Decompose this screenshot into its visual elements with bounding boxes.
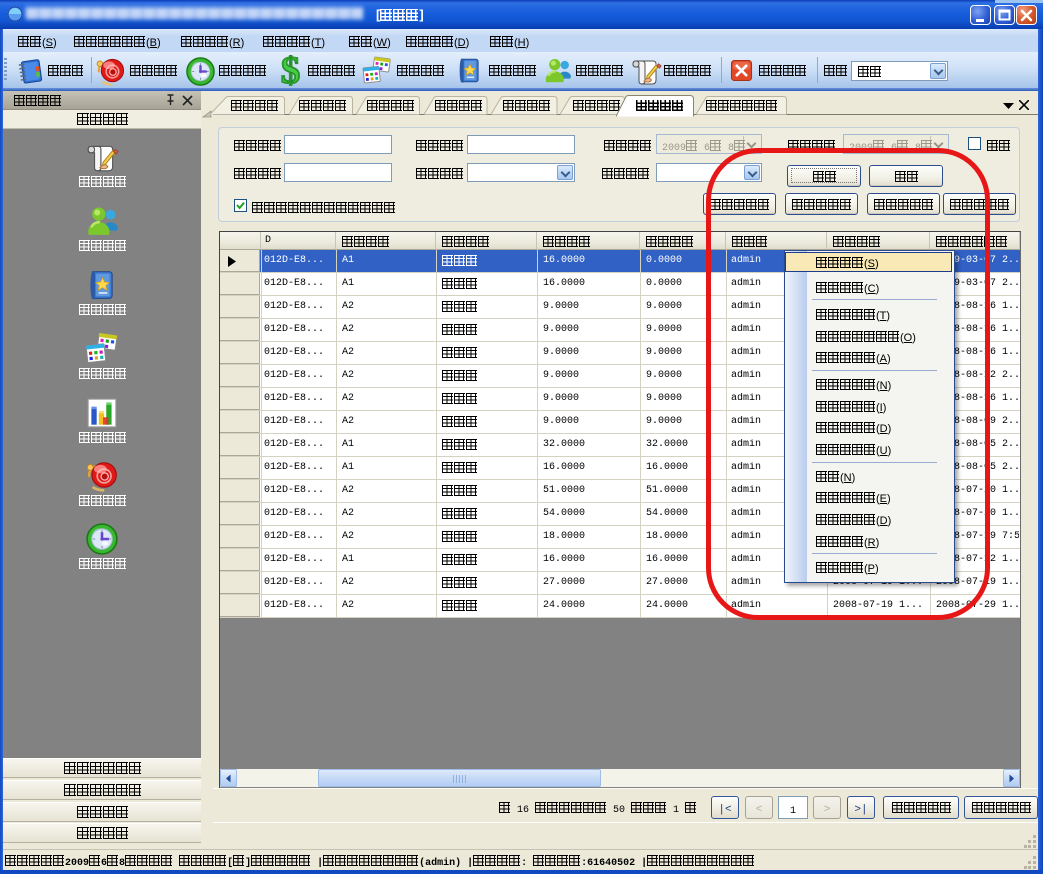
svg-text:$: $ <box>281 55 300 86</box>
